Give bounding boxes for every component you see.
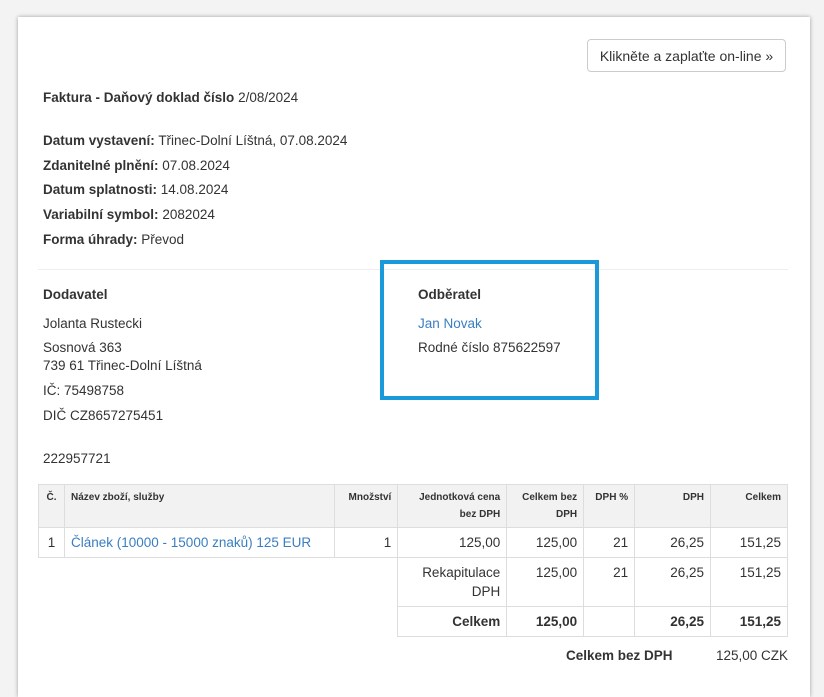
sum-total: 151,25: [710, 606, 788, 637]
recap-label: Rekapitulace DPH: [397, 557, 508, 607]
supplier-name: Jolanta Rustecki: [43, 316, 143, 331]
col-header-vat-pct: DPH %: [583, 484, 636, 528]
invoice-title-prefix: Faktura - Daňový doklad číslo: [43, 90, 235, 105]
recap-vat-pct: 21: [583, 557, 636, 607]
col-header-name: Název zboží, služby: [63, 484, 336, 528]
customer-highlight-box: [380, 260, 599, 400]
sum-total-wo-vat: 125,00: [506, 606, 585, 637]
cell-qty: 1: [334, 527, 399, 558]
invoice-number: 2/08/2024: [238, 90, 299, 105]
col-header-unit-price: Jednotková cena bez DPH: [397, 484, 508, 528]
recap-total: 151,25: [710, 557, 788, 607]
cell-vat: 26,25: [634, 527, 711, 558]
meta-label: Variabilní symbol:: [43, 207, 159, 222]
supplier-city: 739 61 Třinec-Dolní Líštná: [43, 358, 202, 373]
supplier-heading: Dodavatel: [43, 287, 108, 302]
cell-total: 151,25: [710, 527, 788, 558]
table-header-row: Č. Název zboží, služby Množství Jednotko…: [38, 484, 788, 528]
sum-vat-pct: [583, 606, 636, 637]
col-header-total-wo-vat: Celkem bez DPH: [506, 484, 585, 528]
recap-total-wo-vat: 125,00: [506, 557, 585, 607]
pay-online-button[interactable]: Klikněte a zaplaťte on-line »: [587, 39, 786, 72]
supplier-ic: IČ: 75498758: [43, 383, 125, 398]
col-header-vat: DPH: [634, 484, 711, 528]
cell-name: Článek (10000 - 15000 znaků) 125 EUR: [63, 527, 336, 558]
cell-vat-pct: 21: [583, 527, 636, 558]
invoice-page: Klikněte a zaplaťte on-line » Faktura - …: [18, 17, 810, 697]
meta-due-date: Datum splatnosti: 14.08.2024: [43, 182, 228, 197]
customer-heading: Odběratel: [418, 287, 482, 302]
meta-payment-method: Forma úhrady: Převod: [43, 232, 184, 247]
customer-birth-number: Rodné číslo 875622597: [418, 340, 561, 355]
meta-value: Převod: [141, 232, 185, 247]
cell-total-wo-vat: 125,00: [506, 527, 585, 558]
recap-row: Rekapitulace DPH 125,00 21 26,25 151,25: [39, 557, 788, 607]
col-header-qty: Množství: [334, 484, 399, 528]
supplier-dic: DIČ CZ8657275451: [43, 408, 164, 423]
recap-vat: 26,25: [634, 557, 711, 607]
invoice-title: Faktura - Daňový doklad číslo 2/08/2024: [43, 90, 298, 105]
items-table: Č. Název zboží, služby Množství Jednotko…: [38, 484, 788, 637]
meta-label: Zdanitelné plnění:: [43, 158, 159, 173]
meta-value: 2082024: [162, 207, 215, 222]
col-header-no: Č.: [38, 484, 65, 528]
summary-label: Celkem bez DPH: [566, 648, 673, 663]
supplier-account: 222957721: [43, 451, 111, 466]
sum-label: Celkem: [397, 606, 508, 637]
meta-label: Datum vystavení:: [43, 133, 155, 148]
meta-value: 14.08.2024: [160, 182, 229, 197]
meta-value: Třinec-Dolní Líštná, 07.08.2024: [158, 133, 348, 148]
customer-name-link[interactable]: Jan Novak: [418, 316, 482, 331]
sum-row: Celkem 125,00 26,25 151,25: [39, 606, 788, 637]
meta-variable-symbol: Variabilní symbol: 2082024: [43, 207, 215, 222]
cell-unit-price: 125,00: [397, 527, 508, 558]
col-header-total: Celkem: [710, 484, 788, 528]
sum-vat: 26,25: [634, 606, 711, 637]
meta-taxable-date: Zdanitelné plnění: 07.08.2024: [43, 158, 230, 173]
supplier-street: Sosnová 363: [43, 340, 122, 355]
meta-value: 07.08.2024: [162, 158, 230, 173]
summary-value: 125,00 CZK: [716, 648, 789, 663]
meta-label: Datum splatnosti:: [43, 182, 158, 197]
item-link[interactable]: Článek (10000 - 15000 znaků) 125 EUR: [71, 535, 311, 550]
cell-no: 1: [38, 527, 65, 558]
table-row: 1 Článek (10000 - 15000 znaků) 125 EUR 1…: [38, 527, 788, 558]
meta-issue-date: Datum vystavení: Třinec-Dolní Líštná, 07…: [43, 133, 347, 148]
meta-label: Forma úhrady:: [43, 232, 138, 247]
